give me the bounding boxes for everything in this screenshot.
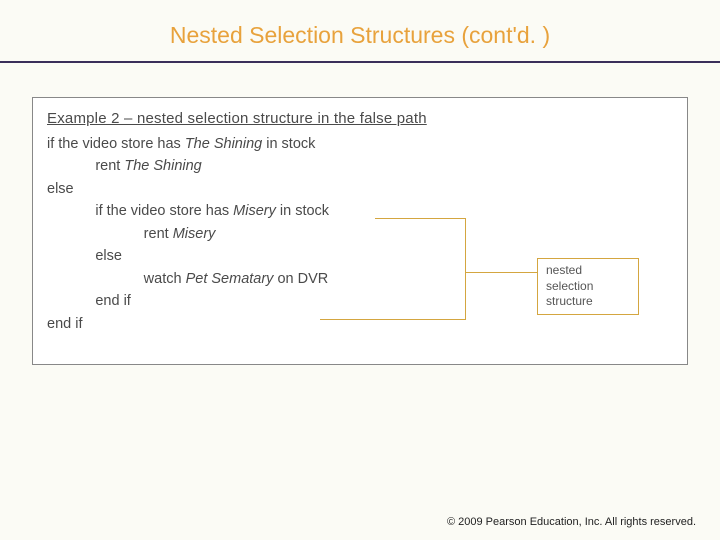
movie-title: Misery [173,226,216,242]
title-rule [0,61,720,63]
figure-container: Example 2 – nested selection structure i… [32,97,688,365]
code-line-3: else [47,178,673,200]
copyright-text: 2009 Pearson Education, Inc. All rights … [458,516,696,528]
text: rent [47,158,124,174]
code-line-4: if the video store has Misery in stock [47,200,673,222]
example-figure: Example 2 – nested selection structure i… [32,97,688,365]
callout-line-1: nested selection [546,263,630,294]
text: if the video store has [47,136,185,152]
text: in stock [276,203,329,219]
connector-line [465,272,539,273]
code-line-9: end if [47,313,673,335]
text: watch [47,271,186,287]
text: rent [47,226,173,242]
copyright-icon: © [447,516,455,528]
movie-title: Misery [233,203,276,219]
code-line-5: rent Misery [47,223,673,245]
slide-title: Nested Selection Structures (cont'd. ) [0,0,720,61]
copyright-footer: © 2009 Pearson Education, Inc. All right… [447,516,696,528]
callout-line-2: structure [546,294,630,310]
example-heading: Example 2 – nested selection structure i… [47,110,673,127]
movie-title: Pet Sematary [186,271,274,287]
connector-line [465,218,466,319]
movie-title: The Shining [124,158,201,174]
connector-line [375,218,465,219]
callout-box: nested selection structure [537,258,639,315]
text: if the video store has [47,203,233,219]
connector-line [320,319,466,320]
text: on DVR [273,271,328,287]
movie-title: The Shining [185,136,262,152]
text: in stock [262,136,315,152]
code-line-1: if the video store has The Shining in st… [47,133,673,155]
code-line-2: rent The Shining [47,155,673,177]
